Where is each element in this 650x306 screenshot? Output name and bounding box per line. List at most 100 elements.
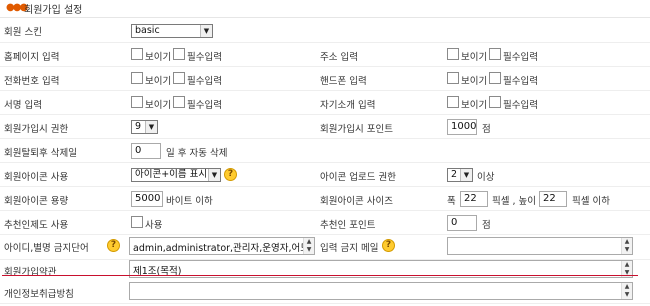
icon-size-label: 회원아이콘 용량 — [4, 196, 69, 207]
row-skin: 회원 스킨 basic ▼ — [0, 19, 650, 43]
profile-required-text: 필수입력 — [503, 100, 538, 111]
point-input[interactable]: 1000 — [447, 119, 477, 135]
point-unit: 점 — [482, 124, 491, 135]
profile-show-text: 보이기 — [461, 100, 488, 111]
icon-dimensions-suffix: 픽셀 이하 — [572, 196, 610, 207]
phone-label: 전화번호 입력 — [4, 76, 60, 87]
signature-show-checkbox[interactable] — [131, 96, 143, 108]
row-signature-profile: 서명 입력 보이기 필수입력 자기소개 입력 보이기 필수입력 — [0, 91, 650, 115]
homepage-required-text: 필수입력 — [187, 52, 222, 63]
phone-required-text: 필수입력 — [187, 76, 222, 87]
profile-show-checkbox[interactable] — [447, 96, 459, 108]
address-required-text: 필수입력 — [503, 52, 538, 63]
recommend-point-label: 추천인 포인트 — [320, 220, 376, 231]
scroll-down-icon[interactable]: ▼ — [622, 246, 632, 254]
mobile-show-text: 보이기 — [461, 76, 488, 87]
icon-width-input[interactable]: 22 — [460, 191, 488, 207]
icon-upload-level-label: 아이콘 업로드 권한 — [320, 172, 396, 183]
icon-upload-level-value: 2 — [451, 169, 458, 180]
signature-required-text: 필수입력 — [187, 100, 222, 111]
scrollbar[interactable]: ▲ ▼ — [621, 283, 632, 299]
point-label: 회원가입시 포인트 — [320, 124, 393, 135]
profile-label: 자기소개 입력 — [320, 100, 376, 111]
icon-height-label: 픽셀 , 높이 — [492, 196, 537, 207]
chevron-down-icon: ▼ — [200, 25, 212, 37]
prohibit-id-textarea[interactable]: admin,administrator,관리자,운영자,어드 ▲ ▼ — [129, 237, 315, 255]
profile-required-checkbox[interactable] — [489, 96, 501, 108]
homepage-show-text: 보이기 — [145, 52, 172, 63]
row-homepage-address: 홈페이지 입력 보이기 필수입력 주소 입력 보이기 필수입력 — [0, 43, 650, 67]
mobile-show-checkbox[interactable] — [447, 72, 459, 84]
signature-label: 서명 입력 — [4, 100, 42, 111]
recommend-use-checkbox[interactable] — [131, 216, 143, 228]
scroll-down-icon[interactable]: ▼ — [622, 291, 632, 299]
leave-delete-input[interactable]: 0 — [131, 143, 161, 159]
row-phone-mobile: 전화번호 입력 보이기 필수입력 핸드폰 입력 보이기 필수입력 — [0, 67, 650, 91]
row-icon-size: 회원아이콘 용량 5000 바이트 이하 회원아이콘 사이즈 폭 22 픽셀 ,… — [0, 187, 650, 211]
level-select[interactable]: 9 ▼ — [131, 120, 158, 134]
recommend-use-text: 사용 — [145, 220, 163, 231]
row-recommend: 추천인제도 사용 사용 추천인 포인트 0 점 — [0, 211, 650, 235]
chevron-down-icon: ▼ — [460, 169, 472, 181]
row-stipulation: 회원가입약관 제1조(목적) ▲ ▼ — [0, 260, 650, 282]
scrollbar[interactable]: ▲ ▼ — [303, 238, 314, 254]
icon-size-input[interactable]: 5000 — [131, 191, 163, 207]
skin-label: 회원 스킨 — [4, 27, 42, 38]
phone-required-checkbox[interactable] — [173, 72, 185, 84]
icon-upload-level-suffix: 이상 — [477, 172, 495, 183]
section-header: ●●● 회원가입 설정 — [0, 0, 650, 18]
skin-select-value: basic — [135, 25, 160, 36]
address-required-checkbox[interactable] — [489, 48, 501, 60]
homepage-required-checkbox[interactable] — [173, 48, 185, 60]
level-select-value: 9 — [135, 121, 142, 132]
level-label: 회원가입시 권한 — [4, 124, 69, 135]
help-icon[interactable]: ? — [107, 239, 120, 252]
scrollbar[interactable]: ▲ ▼ — [621, 238, 632, 254]
row-level-point: 회원가입시 권한 9 ▼ 회원가입시 포인트 1000 점 — [0, 115, 650, 139]
recommend-point-input[interactable]: 0 — [447, 215, 477, 231]
section-title: 회원가입 설정 — [24, 5, 83, 16]
address-show-text: 보이기 — [461, 52, 488, 63]
scroll-up-icon[interactable]: ▲ — [622, 238, 632, 246]
chevron-down-icon: ▼ — [208, 169, 220, 181]
recommend-use-label: 추천인제도 사용 — [4, 220, 69, 231]
mobile-label: 핸드폰 입력 — [320, 76, 367, 87]
chevron-down-icon: ▼ — [145, 121, 157, 133]
row-prohibit: 아이디,별명 금지단어 ? admin,administrator,관리자,운영… — [0, 235, 650, 260]
icon-use-select[interactable]: 아이콘+이름 표시 ▼ — [131, 168, 221, 182]
row-leave-delete: 회원탈퇴후 삭제일 0 일 후 자동 삭제 — [0, 139, 650, 163]
icon-height-input[interactable]: 22 — [539, 191, 567, 207]
privacy-label: 개인정보취급방침 — [4, 289, 74, 300]
prohibit-id-value: admin,administrator,관리자,운영자,어드 — [133, 243, 310, 254]
icon-size-suffix: 바이트 이하 — [166, 196, 213, 207]
address-label: 주소 입력 — [320, 52, 358, 63]
icon-width-label: 폭 — [447, 196, 456, 207]
icon-use-select-value: 아이콘+이름 표시 — [135, 169, 208, 180]
accent-divider — [2, 275, 638, 276]
privacy-textarea[interactable]: ▲ ▼ — [129, 282, 633, 300]
leave-delete-label: 회원탈퇴후 삭제일 — [4, 148, 77, 159]
scroll-down-icon[interactable]: ▼ — [304, 246, 314, 254]
row-privacy: 개인정보취급방침 ▲ ▼ — [0, 280, 650, 304]
scroll-up-icon[interactable]: ▲ — [622, 283, 632, 291]
recommend-point-unit: 점 — [482, 220, 491, 231]
mobile-required-checkbox[interactable] — [489, 72, 501, 84]
scroll-up-icon[interactable]: ▲ — [304, 238, 314, 246]
prohibit-id-label: 아이디,별명 금지단어 — [4, 243, 89, 254]
prohibit-email-label: 입력 금지 메일 — [320, 243, 379, 254]
address-show-checkbox[interactable] — [447, 48, 459, 60]
icon-dimensions-label: 회원아이콘 사이즈 — [320, 196, 393, 207]
homepage-show-checkbox[interactable] — [131, 48, 143, 60]
help-icon[interactable]: ? — [382, 239, 395, 252]
mobile-required-text: 필수입력 — [503, 76, 538, 87]
prohibit-email-textarea[interactable]: ▲ ▼ — [447, 237, 633, 255]
scroll-up-icon[interactable]: ▲ — [622, 261, 632, 269]
phone-show-checkbox[interactable] — [131, 72, 143, 84]
icon-upload-level-select[interactable]: 2 ▼ — [447, 168, 473, 182]
signature-show-text: 보이기 — [145, 100, 172, 111]
row-icon-use: 회원아이콘 사용 아이콘+이름 표시 ▼ ? 아이콘 업로드 권한 2 ▼ 이상 — [0, 163, 650, 187]
help-icon[interactable]: ? — [224, 168, 237, 181]
icon-use-label: 회원아이콘 사용 — [4, 172, 69, 183]
signature-required-checkbox[interactable] — [173, 96, 185, 108]
skin-select[interactable]: basic ▼ — [131, 24, 213, 38]
